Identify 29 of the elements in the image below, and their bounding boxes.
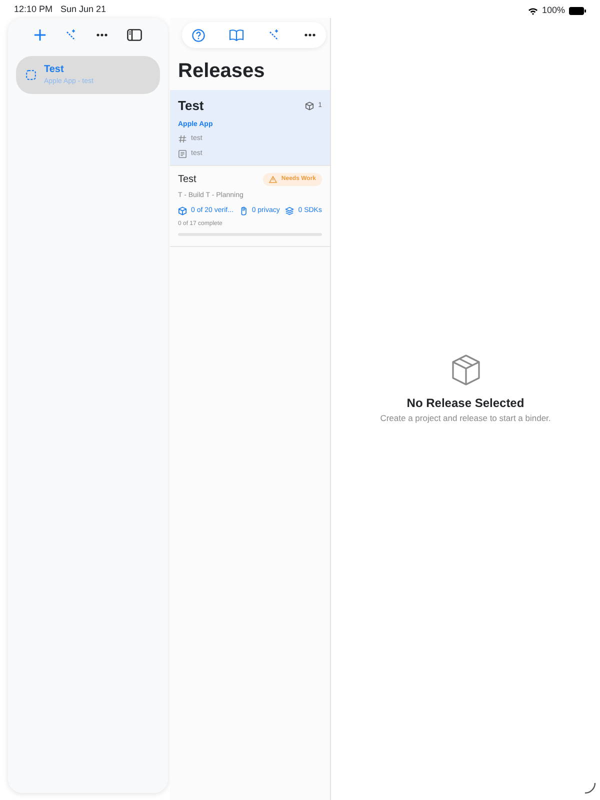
more-button[interactable] — [304, 33, 316, 37]
document-icon — [178, 148, 187, 159]
hand-icon — [238, 206, 248, 216]
release-title: Test — [178, 97, 204, 115]
help-button[interactable] — [192, 28, 205, 42]
hash-icon — [178, 134, 187, 144]
empty-state-message: Create a project and release to start a binder. — [380, 412, 551, 424]
cube-icon — [178, 206, 187, 216]
book-button[interactable] — [229, 29, 244, 41]
more-button[interactable] — [96, 33, 108, 37]
add-button[interactable] — [34, 29, 46, 41]
battery-percent: 100% — [542, 4, 565, 17]
dashed-square-icon — [26, 70, 36, 80]
layers-icon — [285, 206, 294, 216]
box-icon — [450, 354, 480, 386]
warning-icon — [269, 176, 278, 183]
wifi-icon — [528, 6, 538, 14]
release-title: Test — [178, 173, 196, 187]
status-date: Sun Jun 21 — [60, 3, 106, 16]
cube-icon — [305, 100, 314, 111]
page-title: Releases — [178, 60, 265, 82]
battery-icon — [569, 6, 586, 14]
sidebar-toggle-button[interactable] — [127, 29, 142, 41]
magic-wand-button[interactable] — [268, 29, 280, 41]
empty-state-title: No Release Selected — [406, 394, 524, 412]
status-time: 12:10 PM — [14, 3, 53, 16]
loading-spinner-icon — [584, 782, 596, 794]
project-title: Test — [44, 63, 65, 77]
magic-wand-button[interactable] — [64, 29, 77, 41]
